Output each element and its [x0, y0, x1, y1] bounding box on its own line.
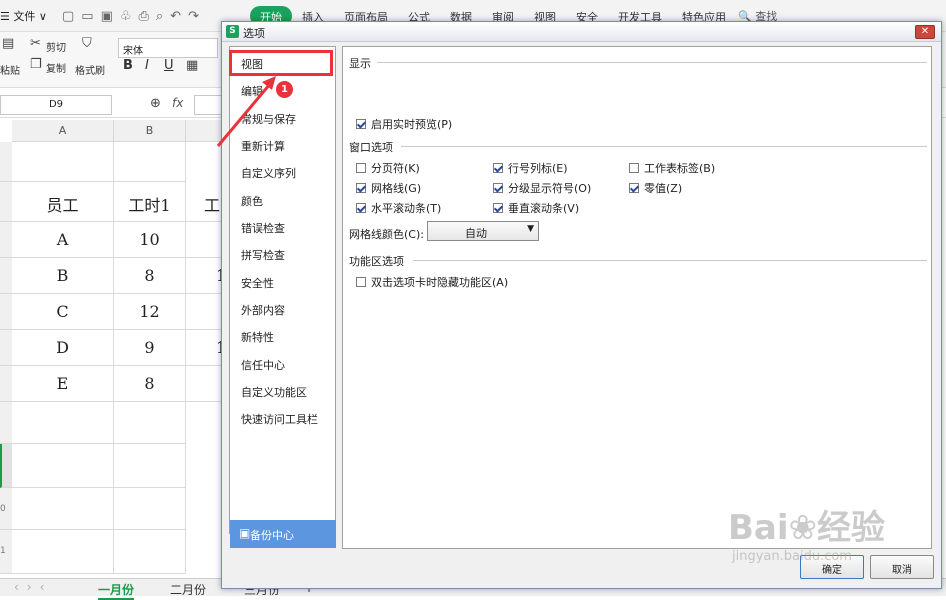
- baidu-jingyan-watermark: Bai❀经验 jingyan.baidu.com: [728, 500, 885, 564]
- watermark-url: jingyan.baidu.com: [732, 549, 852, 564]
- step-badge: 1: [276, 81, 293, 98]
- watermark-logo: Bai❀经验: [728, 508, 886, 548]
